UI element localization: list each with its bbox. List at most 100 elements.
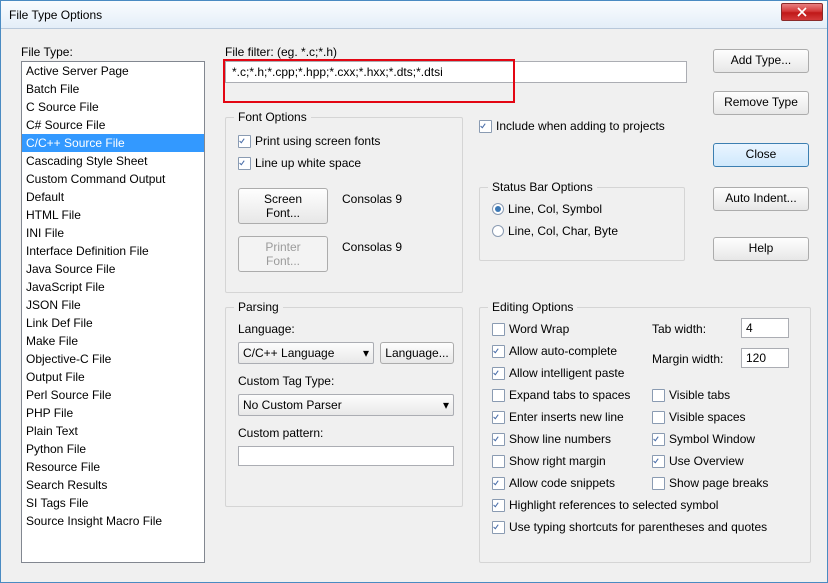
list-item[interactable]: Link Def File: [22, 314, 204, 332]
close-icon: [796, 7, 808, 17]
symbol-window-label: Symbol Window: [669, 432, 755, 446]
visible-tabs-checkbox[interactable]: Visible tabs: [652, 388, 730, 402]
tab-width-input[interactable]: [741, 318, 789, 338]
visible-tabs-label: Visible tabs: [669, 388, 730, 402]
tab-width-label: Tab width:: [652, 322, 706, 336]
status-opt2-radio[interactable]: Line, Col, Char, Byte: [492, 224, 618, 238]
list-item[interactable]: Source Insight Macro File: [22, 512, 204, 530]
list-item[interactable]: Resource File: [22, 458, 204, 476]
enter-newline-label: Enter inserts new line: [509, 410, 624, 424]
list-item[interactable]: Output File: [22, 368, 204, 386]
list-item[interactable]: Interface Definition File: [22, 242, 204, 260]
list-item[interactable]: C# Source File: [22, 116, 204, 134]
checkbox-icon: [492, 477, 505, 490]
chevron-down-icon: ▾: [363, 346, 369, 360]
word-wrap-checkbox[interactable]: Word Wrap: [492, 322, 569, 336]
use-overview-checkbox[interactable]: Use Overview: [652, 454, 744, 468]
status-opt1-radio[interactable]: Line, Col, Symbol: [492, 202, 602, 216]
list-item[interactable]: Default: [22, 188, 204, 206]
lineup-whitespace-label: Line up white space: [255, 156, 361, 170]
dialog-window: File Type Options File Type: Active Serv…: [0, 0, 828, 583]
custom-tag-select[interactable]: No Custom Parser ▾: [238, 394, 454, 416]
expand-tabs-label: Expand tabs to spaces: [509, 388, 630, 402]
language-select[interactable]: C/C++ Language ▾: [238, 342, 374, 364]
list-item[interactable]: Java Source File: [22, 260, 204, 278]
help-button[interactable]: Help: [713, 237, 809, 261]
right-margin-checkbox[interactable]: Show right margin: [492, 454, 606, 468]
screen-font-value: Consolas 9: [342, 192, 402, 206]
list-item[interactable]: Plain Text: [22, 422, 204, 440]
list-item[interactable]: JSON File: [22, 296, 204, 314]
printer-font-value: Consolas 9: [342, 240, 402, 254]
custom-pattern-input[interactable]: [238, 446, 454, 466]
list-item[interactable]: C/C++ Source File: [22, 134, 204, 152]
list-item[interactable]: Search Results: [22, 476, 204, 494]
window-close-button[interactable]: [781, 3, 823, 21]
page-breaks-label: Show page breaks: [669, 476, 768, 490]
list-item[interactable]: SI Tags File: [22, 494, 204, 512]
line-numbers-label: Show line numbers: [509, 432, 611, 446]
parsing-legend: Parsing: [234, 300, 283, 314]
list-item[interactable]: Objective-C File: [22, 350, 204, 368]
word-wrap-label: Word Wrap: [509, 322, 569, 336]
print-screen-fonts-checkbox[interactable]: Print using screen fonts: [238, 134, 380, 148]
checkbox-icon: [492, 455, 505, 468]
list-item[interactable]: Custom Command Output: [22, 170, 204, 188]
highlight-refs-checkbox[interactable]: Highlight references to selected symbol: [492, 498, 718, 512]
expand-tabs-checkbox[interactable]: Expand tabs to spaces: [492, 388, 630, 402]
checkbox-icon: [238, 157, 251, 170]
symbol-window-checkbox[interactable]: Symbol Window: [652, 432, 755, 446]
custom-pattern-label: Custom pattern:: [238, 426, 323, 440]
file-type-label: File Type:: [21, 45, 73, 59]
checkbox-icon: [492, 345, 505, 358]
checkbox-icon: [652, 477, 665, 490]
remove-type-button[interactable]: Remove Type: [713, 91, 809, 115]
dialog-body: File Type: Active Server PageBatch FileC…: [1, 29, 827, 582]
typing-shortcuts-checkbox[interactable]: Use typing shortcuts for parentheses and…: [492, 520, 767, 534]
screen-font-button[interactable]: Screen Font...: [238, 188, 328, 224]
add-type-button[interactable]: Add Type...: [713, 49, 809, 73]
intelligent-paste-checkbox[interactable]: Allow intelligent paste: [492, 366, 624, 380]
margin-width-label: Margin width:: [652, 352, 723, 366]
list-item[interactable]: INI File: [22, 224, 204, 242]
list-item[interactable]: PHP File: [22, 404, 204, 422]
parsing-group: Parsing Language: C/C++ Language ▾ Langu…: [225, 307, 463, 507]
font-options-legend: Font Options: [234, 110, 311, 124]
list-item[interactable]: HTML File: [22, 206, 204, 224]
checkbox-icon: [492, 521, 505, 534]
checkbox-icon: [492, 433, 505, 446]
language-button[interactable]: Language...: [380, 342, 454, 364]
printer-font-button: Printer Font...: [238, 236, 328, 272]
lineup-whitespace-checkbox[interactable]: Line up white space: [238, 156, 361, 170]
margin-width-input[interactable]: [741, 348, 789, 368]
visible-spaces-checkbox[interactable]: Visible spaces: [652, 410, 746, 424]
list-item[interactable]: Python File: [22, 440, 204, 458]
list-item[interactable]: Perl Source File: [22, 386, 204, 404]
enter-newline-checkbox[interactable]: Enter inserts new line: [492, 410, 624, 424]
list-item[interactable]: Active Server Page: [22, 62, 204, 80]
language-label: Language:: [238, 322, 295, 336]
editing-options-legend: Editing Options: [488, 300, 577, 314]
custom-tag-value: No Custom Parser: [243, 398, 342, 412]
list-item[interactable]: JavaScript File: [22, 278, 204, 296]
include-projects-checkbox[interactable]: Include when adding to projects: [479, 119, 665, 133]
page-breaks-checkbox[interactable]: Show page breaks: [652, 476, 768, 490]
radio-icon: [492, 225, 504, 237]
list-item[interactable]: Batch File: [22, 80, 204, 98]
visible-spaces-label: Visible spaces: [669, 410, 746, 424]
highlight-refs-label: Highlight references to selected symbol: [509, 498, 718, 512]
checkbox-icon: [492, 411, 505, 424]
auto-complete-checkbox[interactable]: Allow auto-complete: [492, 344, 617, 358]
list-item[interactable]: C Source File: [22, 98, 204, 116]
checkbox-icon: [492, 389, 505, 402]
close-button[interactable]: Close: [713, 143, 809, 167]
use-overview-label: Use Overview: [669, 454, 744, 468]
list-item[interactable]: Make File: [22, 332, 204, 350]
file-filter-input[interactable]: [225, 61, 687, 83]
line-numbers-checkbox[interactable]: Show line numbers: [492, 432, 611, 446]
right-margin-label: Show right margin: [509, 454, 606, 468]
code-snippets-checkbox[interactable]: Allow code snippets: [492, 476, 615, 490]
file-type-listbox[interactable]: Active Server PageBatch FileC Source Fil…: [21, 61, 205, 563]
list-item[interactable]: Cascading Style Sheet: [22, 152, 204, 170]
auto-indent-button[interactable]: Auto Indent...: [713, 187, 809, 211]
